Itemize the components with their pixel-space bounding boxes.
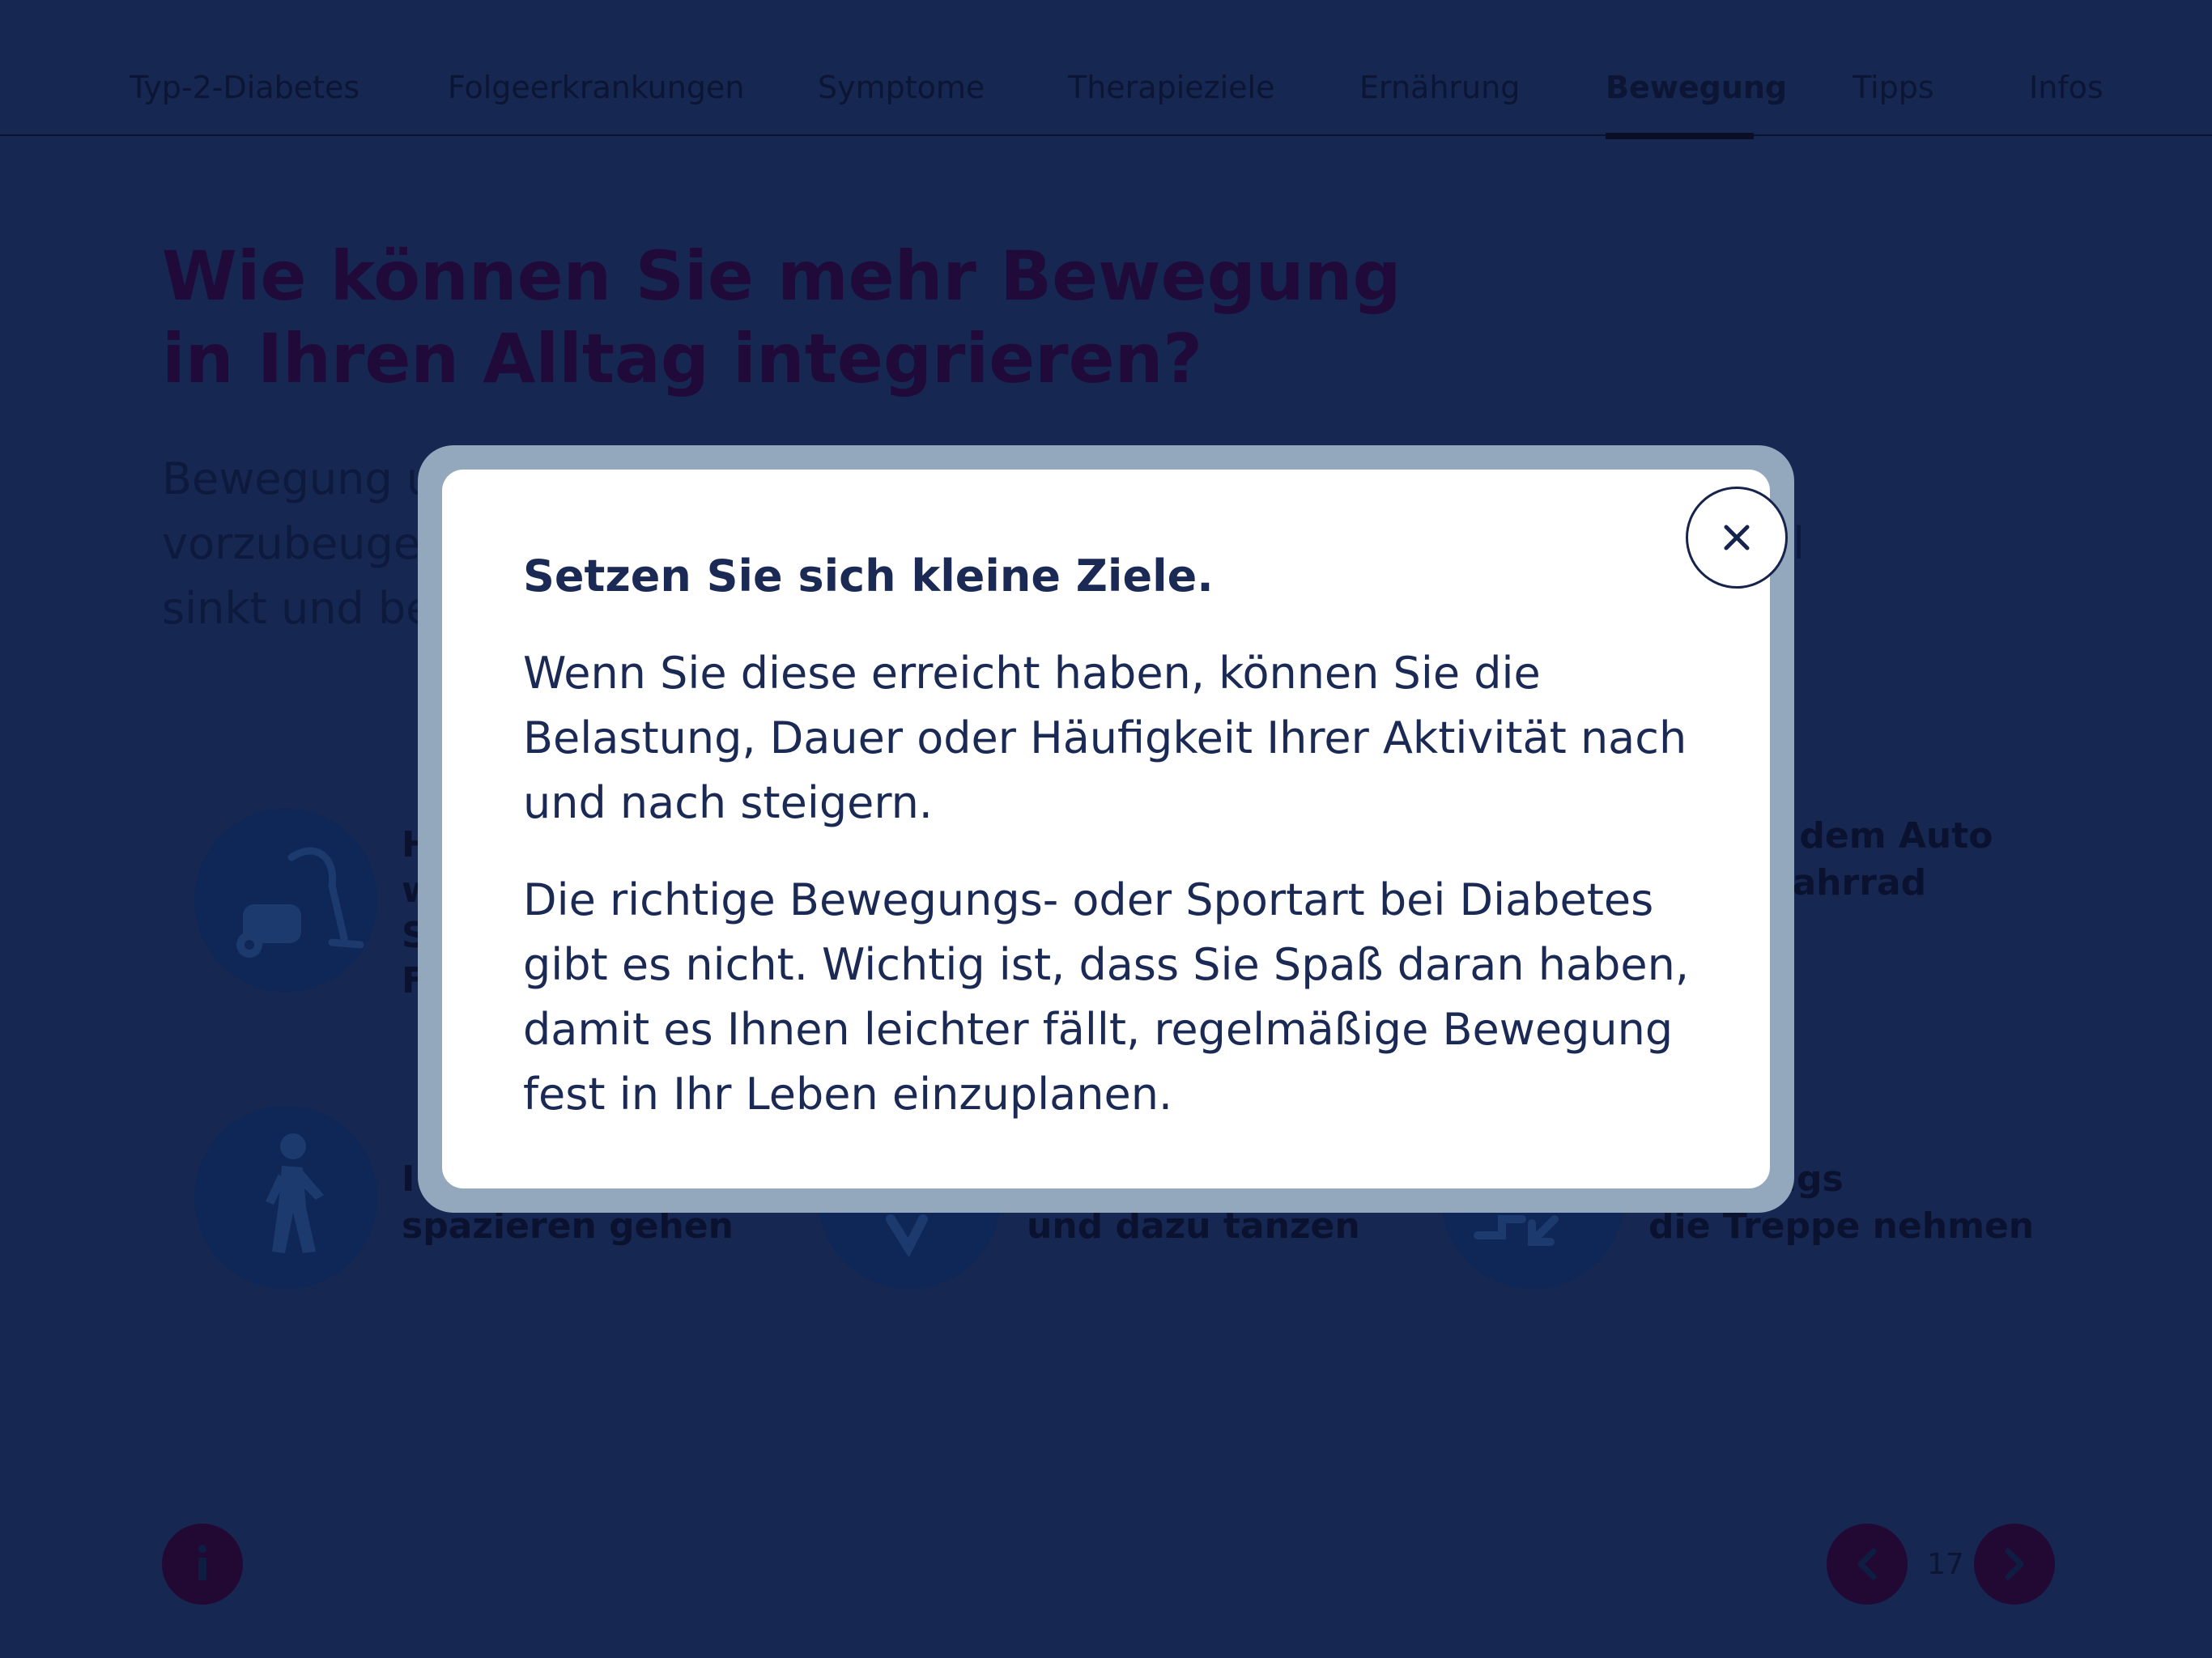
chevron-right-icon xyxy=(2005,1548,2024,1580)
lead-right-fragment: l xyxy=(1793,518,1806,569)
next-page-button[interactable] xyxy=(1974,1524,2055,1605)
nav-item-typ-2-diabetes[interactable]: Typ-2-Diabetes xyxy=(130,70,359,105)
previous-page-button[interactable] xyxy=(1827,1524,1908,1605)
nav-item-therapieziele[interactable]: Therapieziele xyxy=(1068,70,1274,105)
top-navigation: Typ-2-Diabetes Folgeerkrankungen Symptom… xyxy=(0,0,2212,139)
page-number: 17 xyxy=(1927,1548,1964,1581)
lead-paragraph: Bewegung u vorzubeuger sinkt und be xyxy=(162,447,438,641)
tip-card-walking[interactable] xyxy=(194,1106,377,1289)
modal-title: Setzen Sie sich kleine Ziele. xyxy=(523,551,1214,602)
tip-text-car-bike: t dem Auto Fahrrad xyxy=(1770,813,1993,907)
page-title-line-1: Wie können Sie mehr Bewegung xyxy=(162,236,1402,316)
nav-item-symptome[interactable]: Symptome xyxy=(818,70,985,105)
tip-card-vacuum[interactable] xyxy=(194,809,377,992)
tip-line: Fahrrad xyxy=(1770,862,1927,903)
page-title-line-2: in Ihren Alltag integrieren? xyxy=(162,319,1203,398)
nav-item-infos[interactable]: Infos xyxy=(2029,70,2104,105)
nav-item-ernaehrung[interactable]: Ernährung xyxy=(1359,70,1520,105)
lead-line-2: vorzubeuger xyxy=(162,518,439,569)
close-icon xyxy=(1724,525,1750,551)
nav-item-tipps[interactable]: Tipps xyxy=(1853,70,1934,105)
info-icon xyxy=(198,1545,206,1580)
info-button[interactable] xyxy=(162,1524,243,1605)
tip-line: t dem Auto xyxy=(1770,815,1993,857)
chevron-left-icon xyxy=(1857,1548,1877,1580)
nav-item-folgeerkrankungen[interactable]: Folgeerkrankungen xyxy=(448,70,744,105)
lead-line-1: Bewegung u xyxy=(162,453,435,504)
lead-line-3: sinkt und be xyxy=(162,583,433,634)
page-title: Wie können Sie mehr Bewegung in Ihren Al… xyxy=(162,235,1402,400)
modal-paragraph-1: Wenn Sie diese erreicht haben, können Si… xyxy=(523,648,1687,828)
nav-item-bewegung[interactable]: Bewegung xyxy=(1606,70,1787,105)
walking-person-icon xyxy=(266,1133,324,1253)
modal-close-button[interactable] xyxy=(1686,487,1788,589)
vacuum-cleaner-icon xyxy=(236,847,364,958)
active-tab-indicator xyxy=(1606,133,1754,139)
modal-paragraph-2: Die richtige Bewegungs- oder Sportart be… xyxy=(523,874,1689,1120)
